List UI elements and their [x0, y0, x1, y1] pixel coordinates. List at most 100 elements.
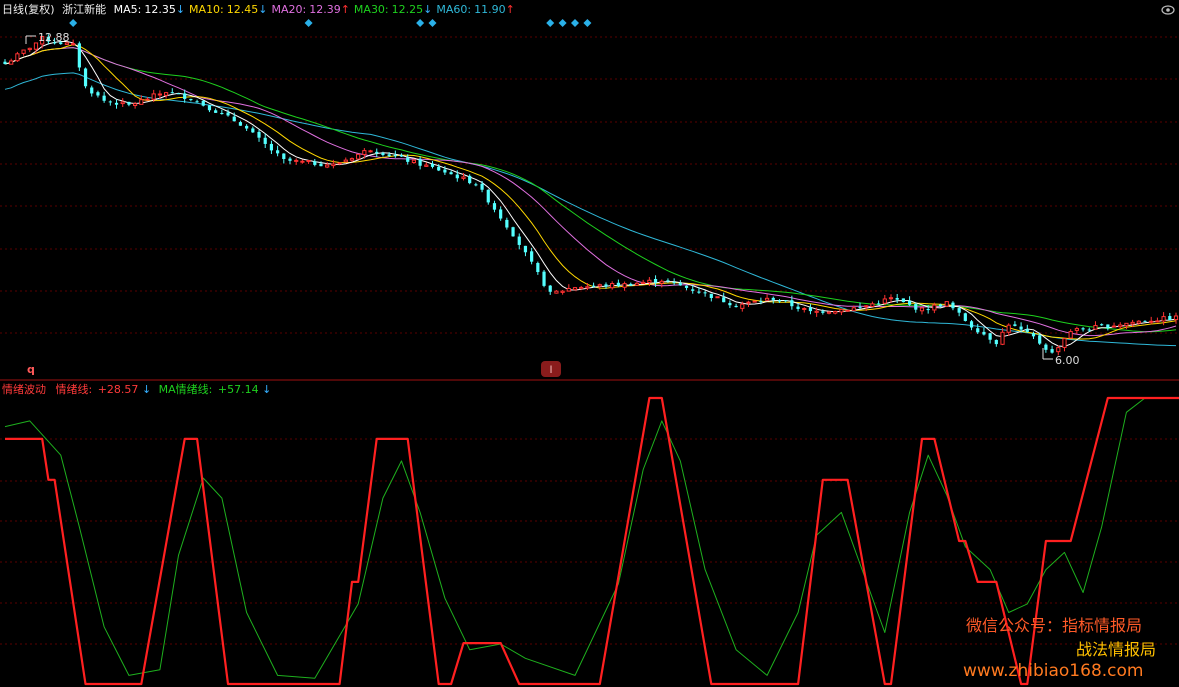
candle-body: [1050, 349, 1054, 353]
ma20-line: [4, 47, 1177, 337]
candle-body: [251, 128, 255, 133]
candle-body: [1025, 329, 1029, 332]
signal-diamond-marker: [69, 19, 78, 27]
candle-body: [27, 47, 32, 51]
ma30-line: [4, 47, 1177, 333]
candle-body: [499, 209, 503, 219]
candle-body: [319, 163, 323, 167]
ma-legend-item: MA60: 11.90↑: [436, 3, 514, 16]
candle-body: [542, 271, 546, 286]
candle-body: [703, 292, 707, 294]
candle-body: [994, 339, 998, 345]
candle-body: [1173, 315, 1179, 321]
candle-body: [269, 143, 274, 151]
candle-body: [505, 219, 509, 228]
candle-body: [1074, 328, 1079, 331]
candle-body: [1106, 324, 1110, 329]
eye-icon[interactable]: [1161, 5, 1175, 15]
candle-body: [888, 297, 894, 300]
candle-body: [300, 160, 305, 163]
candle-body: [895, 297, 899, 300]
candle-body: [77, 43, 81, 68]
candle-body: [771, 297, 775, 300]
signal-diamond-marker: [558, 19, 567, 27]
candle-body: [331, 163, 336, 167]
candle-body: [870, 303, 875, 307]
candle-body: [530, 251, 534, 262]
candle-body: [375, 151, 379, 154]
candle-body: [784, 300, 788, 302]
ma-legend-item: MA30: 12.25↓: [354, 3, 432, 16]
ma-legend-arrow: ↓: [175, 3, 186, 16]
candle-body: [176, 93, 181, 95]
candle-body: [220, 113, 224, 115]
candle-body: [548, 285, 552, 292]
candle-body: [647, 279, 652, 284]
candle-body: [1006, 324, 1011, 333]
period-label[interactable]: 日线(复权): [2, 3, 55, 16]
emotion-ma-label: MA情绪线:: [158, 383, 213, 396]
candle-body: [9, 60, 14, 65]
candle-body: [226, 112, 230, 116]
chart-stage[interactable]: 12.88 6.00 q l 日线(复权) 浙江新能 MA5: 12.35↓ MA1…: [0, 0, 1179, 687]
candle-body: [653, 278, 658, 283]
candle-body: [102, 95, 106, 101]
ma-legend-value: 12.35: [144, 3, 176, 16]
emotion-line-label: 情绪线:: [55, 383, 93, 396]
candle-body: [486, 189, 490, 203]
candle-body: [1143, 320, 1147, 322]
candle-body: [777, 300, 782, 302]
candle-body: [189, 98, 193, 101]
candle-body: [969, 321, 974, 328]
ma-legend-item: MA10: 12.45↓: [189, 3, 267, 16]
ma5-line: [4, 41, 1177, 348]
candle-body: [183, 93, 187, 99]
candle-body: [214, 110, 218, 113]
ma-legend-item: MA5: 12.35↓: [114, 3, 185, 16]
candle-body: [796, 306, 800, 309]
ma-legend-label: MA60:: [436, 3, 472, 16]
emotion-ma-value: +57.14: [217, 383, 259, 396]
candle-body: [1100, 324, 1104, 326]
price-chart[interactable]: 12.88 6.00 q l: [0, 0, 1179, 687]
candle-body: [560, 290, 565, 293]
candle-body: [480, 183, 484, 190]
candle-body: [926, 309, 930, 311]
candle-body: [257, 131, 261, 138]
candle-body: [1068, 331, 1073, 339]
candle-body: [343, 159, 348, 163]
candle-body: [1124, 322, 1129, 327]
candle-body: [71, 43, 76, 46]
candle-body: [1136, 320, 1141, 324]
candle-body: [1130, 321, 1135, 325]
candle-body: [629, 283, 633, 286]
emotion-line: [5, 396, 1179, 686]
candle-body: [672, 282, 676, 284]
candle-body: [579, 286, 584, 290]
candle-body: [133, 103, 138, 106]
marker-q: q: [27, 363, 35, 376]
candle-body: [1081, 328, 1085, 330]
candle-body: [120, 101, 125, 105]
ma60-line: [4, 72, 1177, 347]
candle-body: [1038, 335, 1042, 344]
candle-body: [1019, 326, 1023, 330]
candle-body: [604, 284, 608, 287]
candle-body: [430, 163, 435, 167]
candle-body: [1111, 325, 1117, 328]
candle-body: [691, 289, 695, 291]
candle-body: [151, 93, 156, 100]
ma-legend-arrow: ↓: [258, 3, 268, 16]
candle-body: [96, 92, 100, 96]
candle-body: [114, 102, 119, 105]
indicator-name[interactable]: 情绪波动: [2, 383, 46, 396]
candle-body: [276, 150, 280, 154]
ma-legend-arrow: ↑: [340, 3, 350, 16]
candle-body: [288, 158, 292, 161]
ma-legend-value: 12.39: [309, 3, 341, 16]
candle-body: [1056, 347, 1061, 353]
candle-body: [21, 49, 26, 54]
candle-body: [919, 307, 925, 312]
candle-body: [195, 101, 199, 103]
candle-body: [938, 304, 943, 307]
